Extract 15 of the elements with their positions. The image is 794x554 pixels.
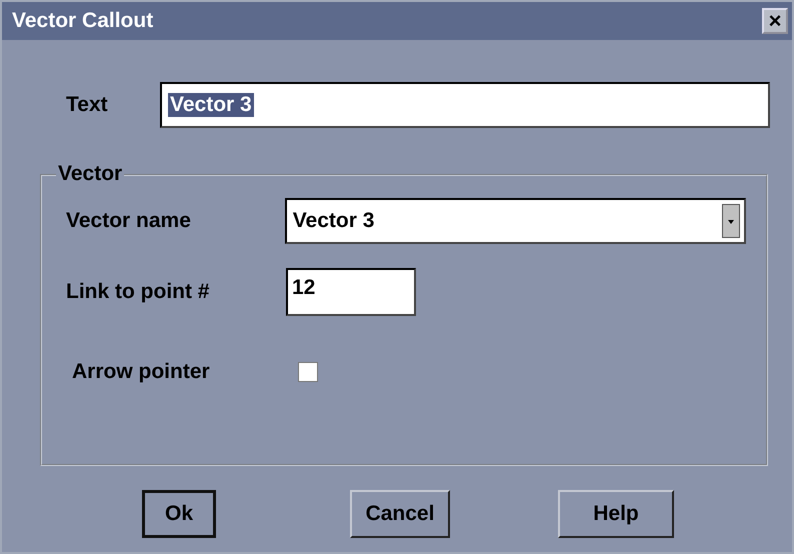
dropdown-value: Vector 3 xyxy=(292,209,374,233)
arrow-pointer-label: Arrow pointer xyxy=(72,360,211,384)
dialog-button[interactable]: Cancel xyxy=(350,490,450,538)
text-label: Text xyxy=(66,93,109,117)
link-label: Link to point # xyxy=(66,280,210,304)
field-value: Vector 3 xyxy=(168,93,254,117)
dialog-button[interactable]: Help xyxy=(558,490,674,538)
close-button[interactable]: × xyxy=(762,8,788,34)
link-point-field[interactable]: 12 xyxy=(286,268,416,316)
vector-name-label: Vector name xyxy=(66,209,192,233)
window-title: Vector Callout xyxy=(12,9,154,33)
vector-name-dropdown[interactable]: Vector 3 xyxy=(284,198,746,244)
text-input-field[interactable]: Vector 3 xyxy=(160,82,770,128)
dialog-button[interactable]: Ok xyxy=(142,490,216,538)
arrow-pointer-checkbox[interactable] xyxy=(298,362,318,382)
